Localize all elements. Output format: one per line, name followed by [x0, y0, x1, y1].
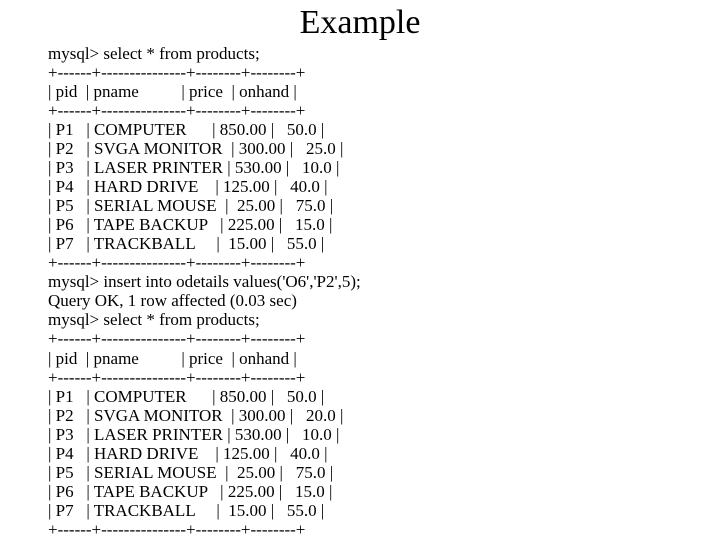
output-line: | P4 | HARD DRIVE | 125.00 | 40.0 | [48, 177, 720, 196]
output-line: | pid | pname | price | onhand | [48, 349, 720, 368]
terminal-output: mysql> select * from products;+------+--… [48, 44, 720, 539]
output-line: | pid | pname | price | onhand | [48, 82, 720, 101]
output-line: | P5 | SERIAL MOUSE | 25.00 | 75.0 | [48, 463, 720, 482]
output-line: +------+---------------+--------+-------… [48, 253, 720, 272]
output-line: | P3 | LASER PRINTER | 530.00 | 10.0 | [48, 158, 720, 177]
output-line: | P5 | SERIAL MOUSE | 25.00 | 75.0 | [48, 196, 720, 215]
output-line: | P3 | LASER PRINTER | 530.00 | 10.0 | [48, 425, 720, 444]
output-line: +------+---------------+--------+-------… [48, 63, 720, 82]
output-line: | P2 | SVGA MONITOR | 300.00 | 25.0 | [48, 139, 720, 158]
output-line: | P6 | TAPE BACKUP | 225.00 | 15.0 | [48, 215, 720, 234]
page-title: Example [0, 4, 720, 42]
output-line: | P2 | SVGA MONITOR | 300.00 | 20.0 | [48, 406, 720, 425]
output-line: +------+---------------+--------+-------… [48, 368, 720, 387]
output-line: mysql> select * from products; [48, 44, 720, 63]
output-line: Query OK, 1 row affected (0.03 sec) [48, 291, 720, 310]
output-line: | P7 | TRACKBALL | 15.00 | 55.0 | [48, 234, 720, 253]
output-line: | P6 | TAPE BACKUP | 225.00 | 15.0 | [48, 482, 720, 501]
output-line: | P7 | TRACKBALL | 15.00 | 55.0 | [48, 501, 720, 520]
output-line: | P1 | COMPUTER | 850.00 | 50.0 | [48, 387, 720, 406]
output-line: | P1 | COMPUTER | 850.00 | 50.0 | [48, 120, 720, 139]
output-line: +------+---------------+--------+-------… [48, 101, 720, 120]
output-line: +------+---------------+--------+-------… [48, 329, 720, 348]
output-line: | P4 | HARD DRIVE | 125.00 | 40.0 | [48, 444, 720, 463]
output-line: +------+---------------+--------+-------… [48, 520, 720, 539]
output-line: mysql> select * from products; [48, 310, 720, 329]
output-line: mysql> insert into odetails values('O6',… [48, 272, 720, 291]
